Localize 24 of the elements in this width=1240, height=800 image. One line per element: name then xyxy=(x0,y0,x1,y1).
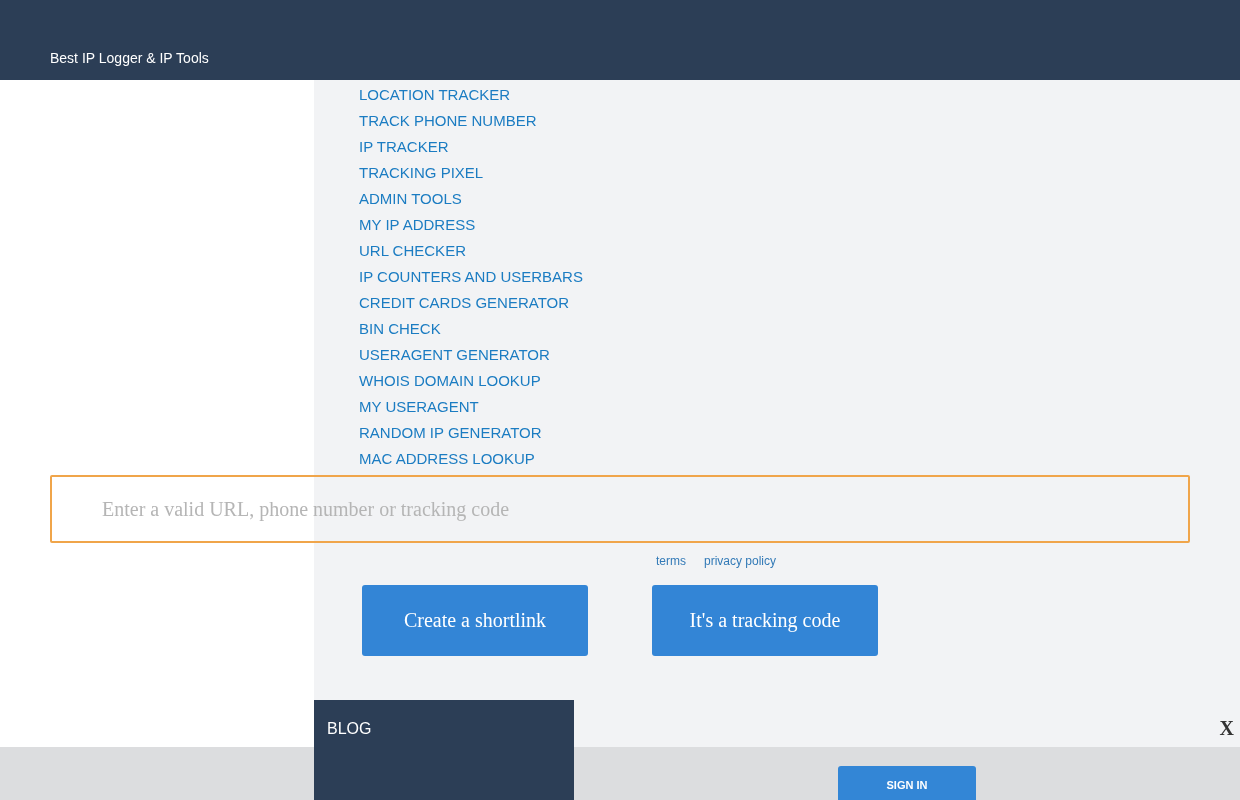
menu-link[interactable]: CREDIT CARDS GENERATOR xyxy=(359,294,570,312)
menu-link[interactable]: MY IP ADDRESS xyxy=(359,216,476,234)
menu-link[interactable]: BIN CHECK xyxy=(359,320,441,338)
action-button[interactable]: Create a shortlink xyxy=(362,585,588,656)
menu-link[interactable]: MY USERAGENT xyxy=(359,398,479,416)
menu-link[interactable]: ADMIN TOOLS xyxy=(359,190,462,208)
sign-in-button[interactable]: SIGN IN xyxy=(838,766,976,800)
menu-link[interactable]: USERAGENT GENERATOR xyxy=(359,346,550,364)
menu-link[interactable]: MAC ADDRESS LOOKUP xyxy=(359,450,535,468)
menu-link[interactable]: TRACKING PIXEL xyxy=(359,164,484,182)
footer-link[interactable]: privacy policy xyxy=(704,553,777,569)
footer-link[interactable]: terms xyxy=(656,553,686,569)
close-button[interactable]: X xyxy=(1219,718,1234,738)
url-input-field[interactable]: Enter a valid URL, phone number or tracking code xyxy=(50,475,1190,543)
action-button[interactable]: It's a tracking code xyxy=(652,585,878,656)
menu-link[interactable]: BLOG xyxy=(314,700,574,800)
menu-link[interactable]: WHOIS DOMAIN LOOKUP xyxy=(359,372,541,390)
menu-link[interactable]: RANDOM IP GENERATOR xyxy=(359,424,542,442)
menu-link[interactable]: IP TRACKER xyxy=(359,138,449,156)
site-tagline: Best IP Logger & IP Tools xyxy=(50,50,209,66)
menu-link[interactable]: URL CHECKER xyxy=(359,242,466,260)
menu-link[interactable]: TRACK PHONE NUMBER xyxy=(359,112,537,130)
menu-link[interactable]: LOCATION TRACKER xyxy=(359,86,511,104)
menu-link[interactable]: IP COUNTERS AND USERBARS xyxy=(359,268,583,286)
